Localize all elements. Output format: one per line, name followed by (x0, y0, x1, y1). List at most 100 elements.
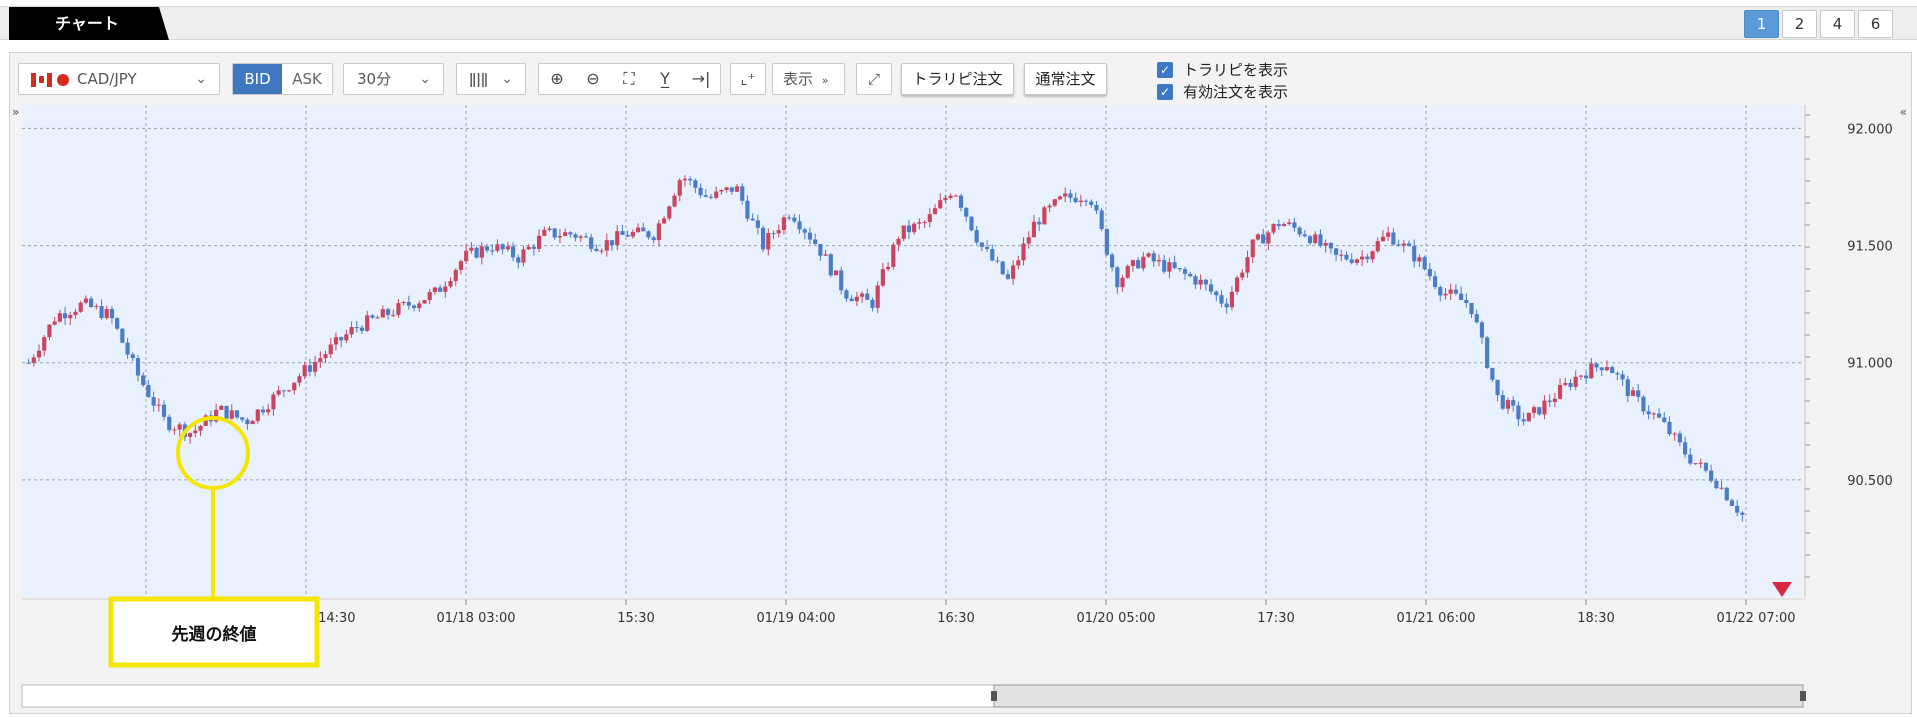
candle-body (1156, 260, 1162, 262)
candle-body (89, 298, 94, 307)
candle-body (141, 375, 146, 386)
candlestick-chart[interactable]: 92.00091.50091.00090.500 01/15 02:0001/1… (10, 105, 1913, 715)
zoom-in-icon[interactable]: ⊕ (539, 64, 575, 94)
chevron-down-icon: ⌄ (501, 71, 513, 87)
scrollbar-right-handle (1800, 691, 1806, 701)
candle-body (984, 246, 990, 250)
candle-body (1328, 242, 1333, 249)
layout-2-button[interactable]: 2 (1782, 10, 1817, 38)
candle-body (62, 313, 68, 319)
candle-body (974, 230, 979, 243)
show-trail-checkbox[interactable]: ✓ トラリピを表示 (1157, 59, 1288, 80)
candle-body (1651, 413, 1656, 415)
candle-body (818, 244, 823, 256)
candle-body (130, 354, 135, 359)
chevron-down-icon: ⌄ (195, 71, 207, 87)
candle-body (1677, 433, 1682, 443)
scroll-to-end-icon[interactable]: →| (683, 64, 719, 94)
candle-body (1287, 222, 1292, 225)
candle-body (474, 247, 479, 258)
candle-body (755, 220, 760, 228)
candle-body (401, 301, 406, 304)
candle-body (1255, 234, 1261, 240)
candle-body (464, 250, 469, 262)
double-chevron-down-icon: » (821, 74, 829, 87)
candle-body (1698, 462, 1703, 464)
symbol-select[interactable]: CAD/JPY ⌄ (18, 63, 220, 95)
trail-order-button[interactable]: トラリピ注文 (901, 63, 1014, 95)
candle-body (552, 228, 557, 238)
candle-body (1177, 268, 1182, 270)
chart-type-select[interactable]: ǁǀǁ ⌄ (456, 63, 526, 95)
x-tick-label: 18:30 (1577, 611, 1614, 626)
candle-body (146, 385, 151, 398)
display-menu-button[interactable]: 表示 » (772, 63, 845, 95)
candle-body (31, 357, 36, 363)
candle-body (1360, 256, 1365, 260)
candle-body (630, 232, 635, 237)
candle-body (714, 191, 719, 198)
layout-1-button[interactable]: 1 (1744, 10, 1779, 38)
candle-body (354, 327, 359, 329)
candle-body (1672, 433, 1677, 435)
candle-body (1505, 400, 1511, 409)
candle-body (1188, 273, 1193, 277)
candle-body (1537, 407, 1542, 415)
candle-body (302, 365, 307, 377)
candle-body (563, 232, 568, 237)
zoom-out-icon[interactable]: ⊖ (575, 64, 611, 94)
symbol-label: CAD/JPY (77, 70, 137, 88)
candle-body (948, 195, 953, 198)
candle-body (1219, 295, 1224, 304)
candle-body (1401, 243, 1406, 246)
show-valid-orders-label: 有効注文を表示 (1183, 83, 1289, 101)
layout-6-button[interactable]: 6 (1858, 10, 1893, 38)
tab-chart[interactable]: チャート (9, 7, 169, 40)
layout-4-button[interactable]: 4 (1820, 10, 1855, 38)
japan-flag-icon (57, 74, 69, 86)
candle-body (776, 230, 781, 234)
normal-order-button[interactable]: 通常注文 (1024, 63, 1107, 95)
range-scrollbar[interactable] (21, 684, 1806, 708)
add-indicator-button[interactable]: ⌞⁺ (730, 63, 766, 95)
candle-body (1042, 207, 1047, 225)
fullscreen-button[interactable]: ⤢ (856, 63, 892, 95)
candle-body (1625, 379, 1630, 396)
candle-body (1604, 367, 1610, 371)
candle-body (578, 236, 583, 238)
x-tick-label: 17:30 (1257, 611, 1294, 626)
candle-body (865, 293, 870, 300)
show-valid-orders-checkbox[interactable]: ✓ 有効注文を表示 (1157, 81, 1288, 102)
candle-body (1162, 260, 1167, 272)
ask-button[interactable]: ASK (282, 64, 332, 94)
candle-body (698, 187, 703, 196)
candle-body (1688, 454, 1693, 464)
tab-bar: チャート 1 2 4 6 (0, 6, 1917, 40)
candle-body (953, 195, 958, 197)
candle-body (1719, 487, 1724, 489)
candle-body (896, 238, 901, 245)
candle-body (792, 217, 797, 222)
candle-body (516, 257, 521, 263)
candle-body (1037, 221, 1042, 225)
candle-body (1011, 265, 1016, 279)
candle-body (1557, 384, 1563, 399)
candle-body (703, 195, 708, 197)
expand-icon: ⤢ (867, 70, 880, 88)
candle-body (1167, 262, 1172, 272)
candle-body (958, 195, 964, 208)
candle-body (1693, 463, 1698, 465)
candle-body (318, 358, 323, 362)
candle-body (880, 269, 885, 286)
candle-body (615, 231, 620, 246)
auto-scale-icon[interactable]: Y̲ (647, 64, 683, 94)
candle-body (849, 298, 854, 302)
candle-body (1594, 363, 1599, 368)
candle-body (443, 286, 448, 292)
bid-button[interactable]: BID (233, 64, 283, 94)
fit-screen-icon[interactable]: ⛶ (611, 64, 647, 94)
candle-body (1276, 224, 1281, 227)
timeframe-select[interactable]: 30分 ⌄ (343, 63, 444, 95)
candle-body (1380, 236, 1386, 242)
candle-body (625, 234, 630, 237)
